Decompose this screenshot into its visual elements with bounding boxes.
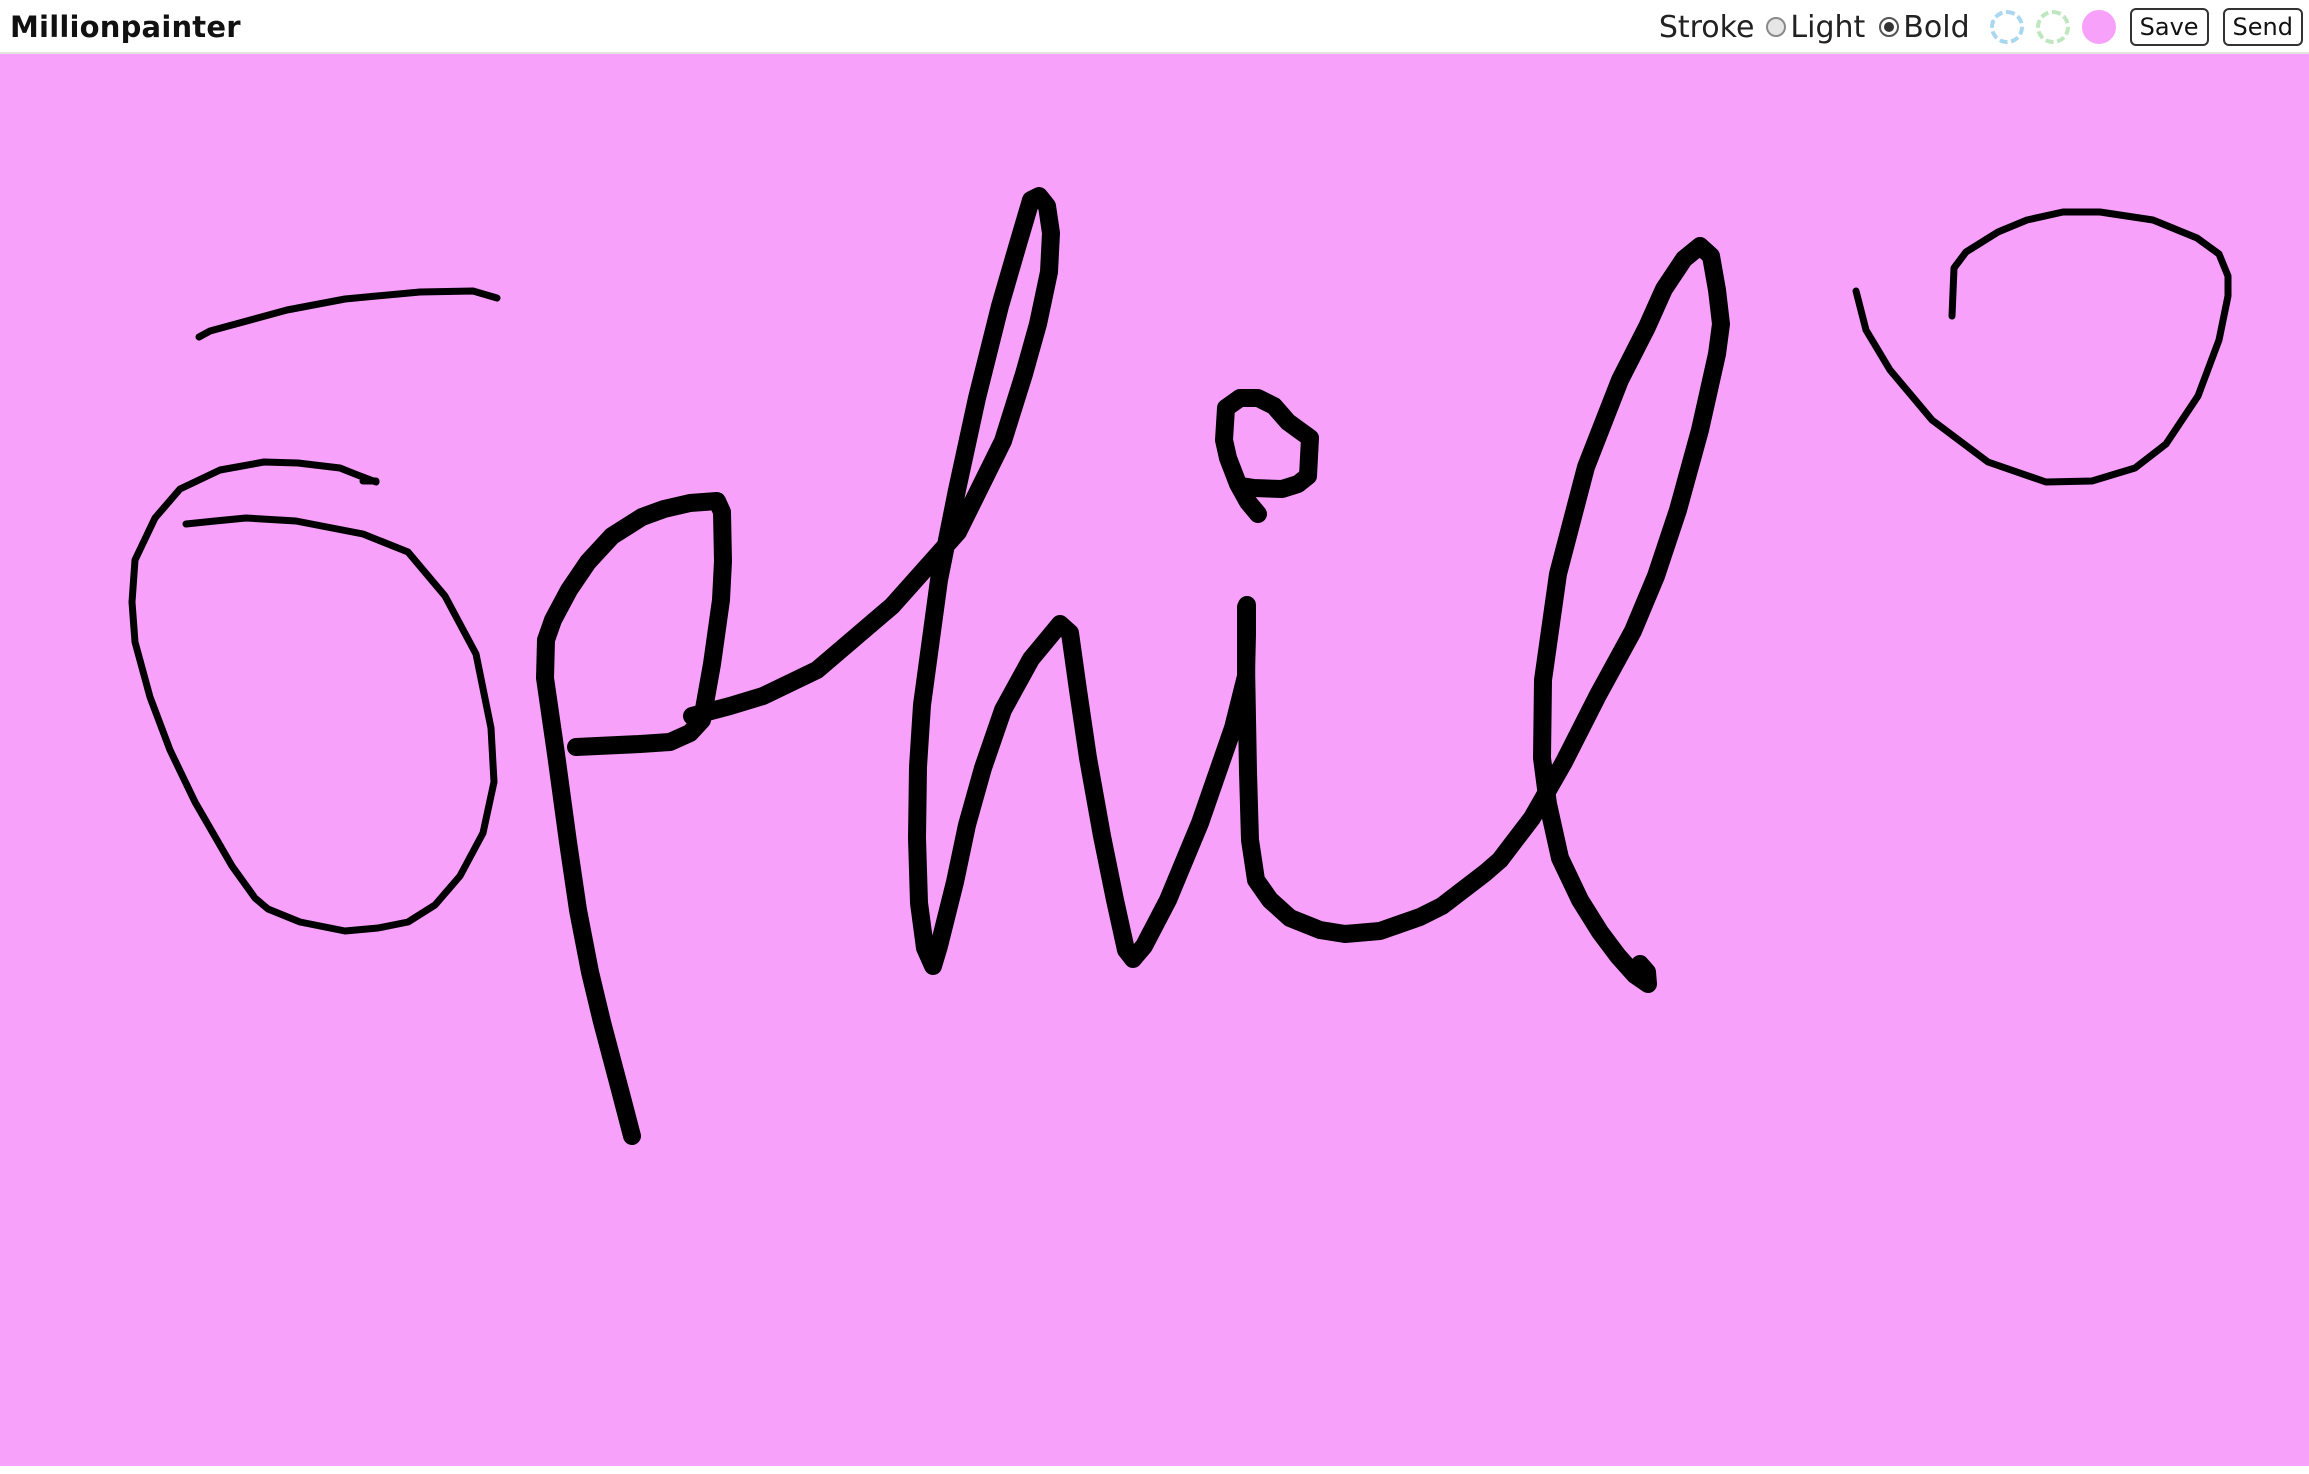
top-bar: Millionpainter Stroke Light Bold Save Se… <box>0 0 2309 54</box>
color-swatch-light-green[interactable] <box>2035 10 2070 44</box>
send-button[interactable]: Send <box>2222 8 2303 46</box>
stroke-light-radio[interactable] <box>1766 17 1787 37</box>
stroke-light-option[interactable]: Light <box>1766 10 1865 45</box>
stroke-label: Stroke <box>1658 9 1755 45</box>
color-swatch-pink[interactable] <box>2081 10 2116 44</box>
toolbar-controls: Stroke Light Bold Save Send <box>1659 7 2303 47</box>
stroke-bold-option[interactable]: Bold <box>1879 9 1970 45</box>
stroke-bold-radio[interactable] <box>1879 17 1900 37</box>
drawing-canvas[interactable] <box>0 54 2309 1466</box>
stroke-light-label: Light <box>1790 9 1866 45</box>
app-title: Millionpainter <box>10 10 241 44</box>
save-button[interactable]: Save <box>2129 8 2209 46</box>
color-swatch-light-blue[interactable] <box>1989 10 2024 44</box>
canvas-background <box>0 54 2309 1466</box>
drawing-canvas-svg[interactable] <box>0 54 2309 1466</box>
stroke-bold-label: Bold <box>1903 9 1970 45</box>
